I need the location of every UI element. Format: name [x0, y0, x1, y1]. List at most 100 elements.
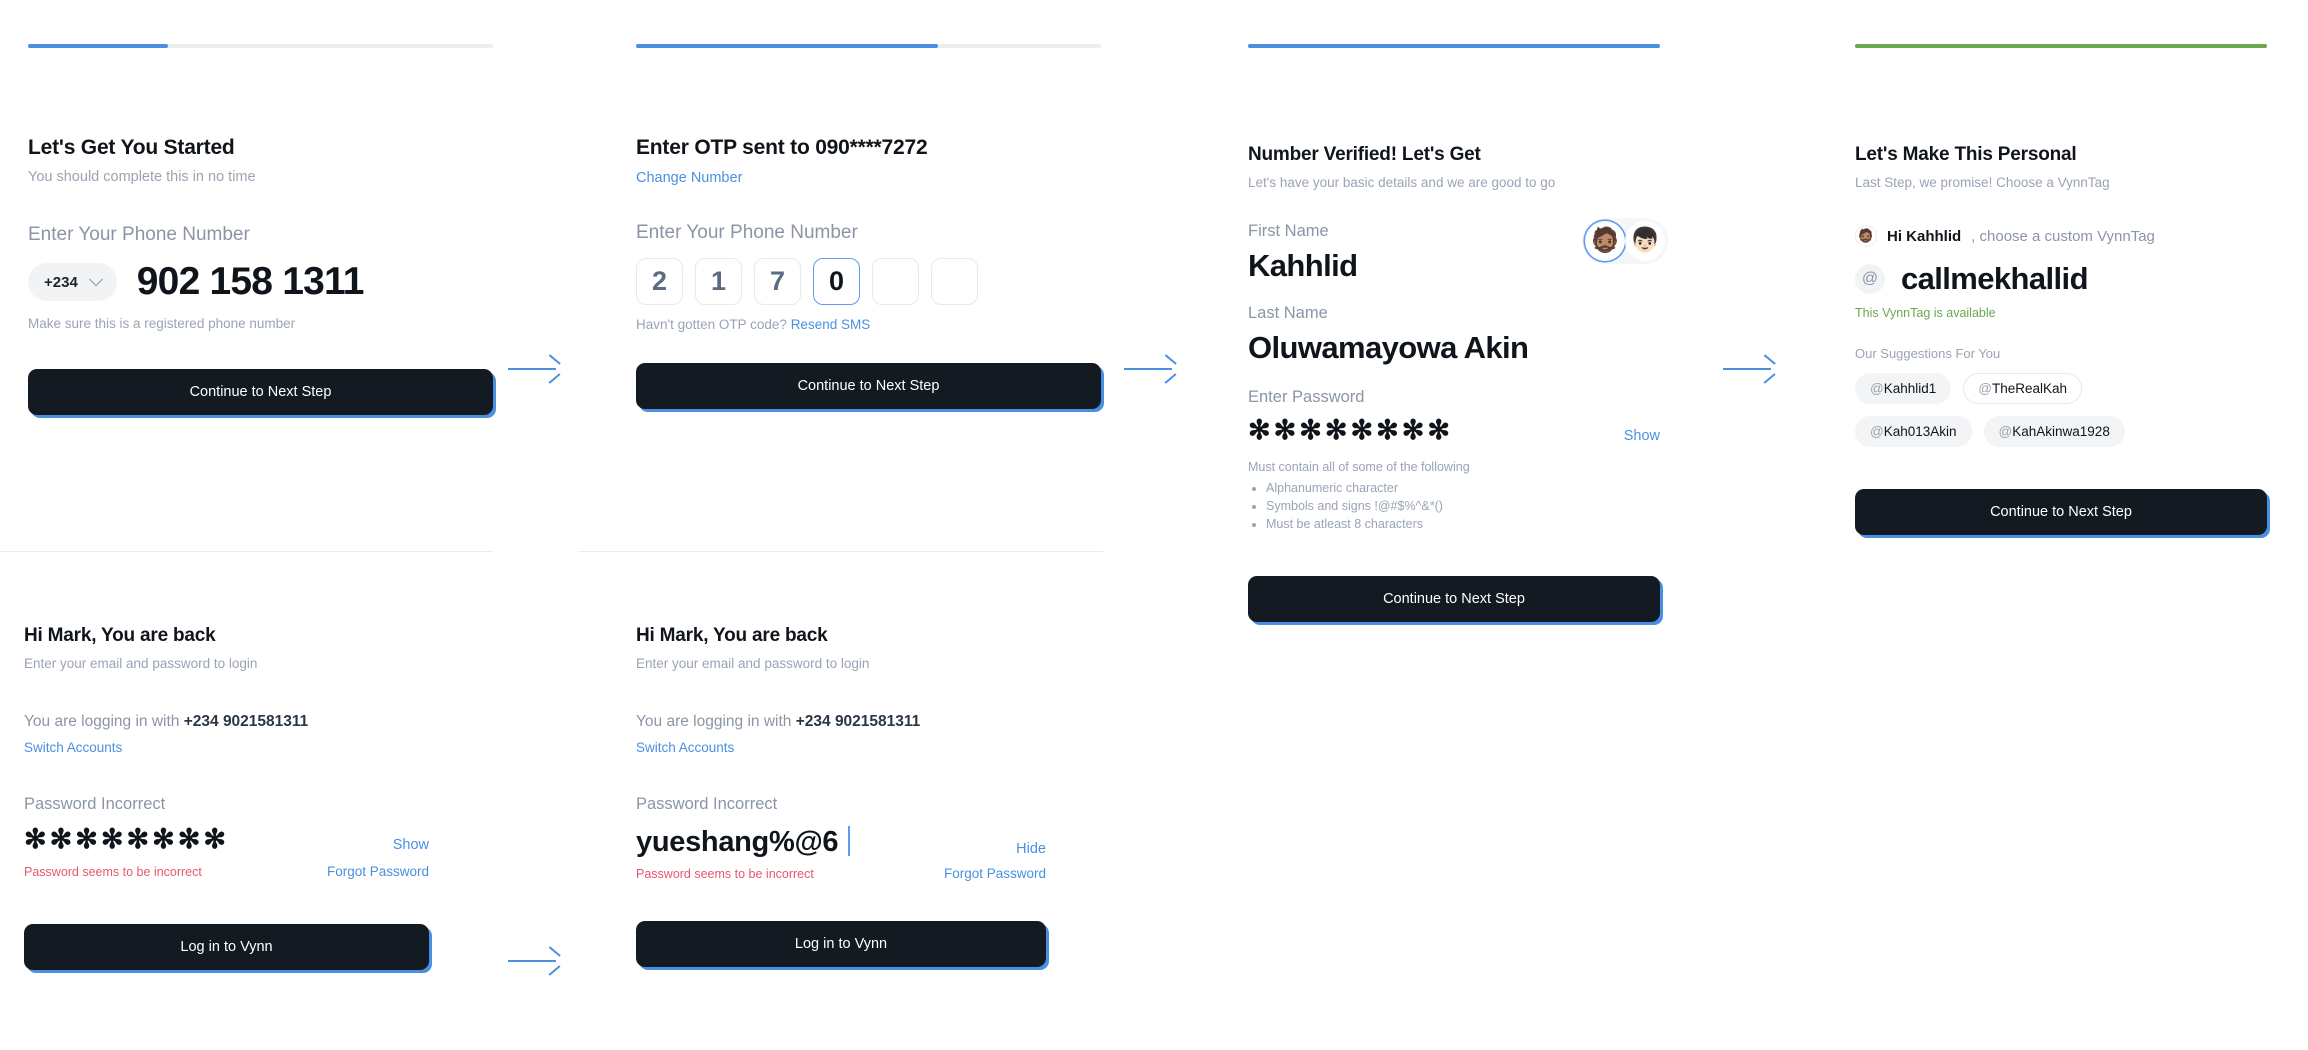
resend-row: Havn't gotten OTP code? Resend SMS [636, 317, 1101, 332]
show-password-toggle[interactable]: Show [393, 837, 429, 853]
text-caret [848, 826, 851, 856]
suggestions-title: Our Suggestions For You [1855, 346, 2001, 361]
last-name-input[interactable]: Oluwamayowa Akin [1248, 330, 1660, 366]
page-title: Number Verified! Let's Get [1248, 144, 1481, 165]
phone-number-input[interactable]: 902 158 1311 [137, 260, 365, 304]
password-footer-row: Password seems to be incorrect Forgot Pa… [636, 866, 1046, 881]
logging-in-with-row: You are logging in with +234 9021581311 [636, 713, 1046, 731]
greeting-name: Hi Kahhlid [1887, 227, 1962, 245]
avatar-option-2[interactable]: 👦🏻 [1625, 221, 1665, 261]
progress-fill-details [1248, 44, 1660, 48]
password-rule: Alphanumeric character [1266, 481, 1660, 495]
user-avatar-icon: 🧔🏽 [1855, 225, 1877, 247]
avatar-selector: 🧔🏽 👦🏻 [1582, 218, 1668, 264]
password-input[interactable]: yueshang%@6 [636, 826, 839, 858]
panel-vynntag: Let's Make This Personal Last Step, we p… [1855, 44, 2267, 535]
section-divider-left [0, 551, 493, 552]
section-divider-right [578, 551, 1103, 552]
otp-digit-3[interactable]: 7 [754, 258, 801, 305]
avatar-option-1[interactable]: 🧔🏽 [1585, 221, 1625, 261]
password-input[interactable]: ✻✻✻✻✻✻✻✻ [24, 826, 229, 853]
logging-number: +234 9021581311 [795, 713, 921, 730]
page-title: Let's Get You Started [28, 136, 235, 159]
page-title: Hi Mark, You are back [636, 625, 828, 646]
page-subtitle: Enter your email and password to login [636, 656, 870, 671]
password-rules-title: Must contain all of some of the followin… [1248, 460, 1470, 474]
phone-input-row: +234 902 158 1311 [28, 260, 493, 304]
forgot-password-link[interactable]: Forgot Password [327, 864, 429, 879]
password-error: Password seems to be incorrect [24, 865, 202, 879]
show-password-toggle[interactable]: Show [1624, 428, 1660, 444]
switch-accounts-link[interactable]: Switch Accounts [24, 740, 429, 755]
greeting-rest: , choose a custom VynnTag [1971, 227, 2155, 245]
password-label: Password Incorrect [636, 795, 778, 813]
flow-arrow-1 [508, 354, 563, 385]
flow-arrow-3 [1723, 354, 1778, 385]
hide-password-toggle[interactable]: Hide [1016, 841, 1046, 857]
panel-otp: Enter OTP sent to 090****7272 Change Num… [636, 44, 1101, 409]
suggestion-chip[interactable]: @TheRealKah [1963, 373, 2083, 404]
login-button[interactable]: Log in to Vynn [636, 921, 1046, 967]
otp-digit-1[interactable]: 2 [636, 258, 683, 305]
password-input[interactable]: ✻✻✻✻✻✻✻✻ [1248, 417, 1453, 444]
vynntag-input[interactable]: callmekhallid [1901, 261, 2089, 297]
at-symbol-icon: @ [1855, 264, 1885, 294]
page-subtitle: Last Step, we promise! Choose a VynnTag [1855, 175, 2110, 190]
change-number-link[interactable]: Change Number [636, 170, 1101, 186]
chevron-down-icon [88, 272, 103, 287]
otp-digit-2[interactable]: 1 [695, 258, 742, 305]
otp-digit-6[interactable] [931, 258, 978, 305]
progress-track-otp [636, 44, 1101, 48]
page-title: Enter OTP sent to 090****7272 [636, 136, 928, 159]
phone-field-label: Enter Your Phone Number [28, 224, 250, 245]
password-rule: Must be atleast 8 characters [1266, 517, 1660, 531]
chip-label: TheRealKah [1991, 381, 2068, 396]
password-label: Enter Password [1248, 388, 1365, 406]
panel-login-visible: Hi Mark, You are back Enter your email a… [636, 625, 1046, 967]
chip-at-symbol: @ [1998, 424, 2013, 439]
suggestion-chip[interactable]: @KahAkinwa1928 [1983, 416, 2125, 447]
suggestion-chip[interactable]: @Kahhlid1 [1855, 373, 1952, 404]
page-subtitle: You should complete this in no time [28, 169, 256, 185]
vynntag-input-row: @ callmekhallid [1855, 261, 2267, 297]
chip-label: KahAkinwa1928 [2012, 424, 2110, 439]
chip-label: Kahhlid1 [1883, 381, 1937, 396]
forgot-password-link[interactable]: Forgot Password [944, 866, 1046, 881]
login-button[interactable]: Log in to Vynn [24, 924, 429, 970]
suggestions-chip-list: @Kahhlid1 @TheRealKah @Kah013Akin @KahAk… [1855, 373, 2185, 447]
logging-prefix: You are logging in with [24, 713, 180, 730]
progress-fill-otp [636, 44, 939, 48]
chip-at-symbol: @ [1870, 424, 1884, 439]
resend-prefix: Havn't gotten OTP code? [636, 317, 787, 332]
continue-button[interactable]: Continue to Next Step [636, 363, 1101, 409]
password-input-row: yueshang%@6 Hide [636, 826, 1046, 857]
password-input-row: ✻✻✻✻✻✻✻✻ Show [24, 826, 429, 854]
greeting-row: 🧔🏽 Hi Kahhlid , choose a custom VynnTag [1855, 225, 2267, 247]
continue-button[interactable]: Continue to Next Step [1855, 489, 2267, 535]
chip-at-symbol: @ [1870, 381, 1884, 396]
page-title: Hi Mark, You are back [24, 625, 216, 646]
continue-button[interactable]: Continue to Next Step [1248, 576, 1660, 622]
otp-input-row: 2 1 7 0 [636, 258, 1101, 305]
switch-accounts-link[interactable]: Switch Accounts [636, 740, 1046, 755]
password-rule: Symbols and signs !@#$%^&*() [1266, 499, 1660, 513]
vynntag-availability: This VynnTag is available [1855, 306, 1996, 320]
progress-track-signup [28, 44, 493, 48]
password-input-wrap[interactable]: yueshang%@6 [636, 826, 851, 858]
resend-sms-link[interactable]: Resend SMS [791, 317, 871, 332]
suggestion-chip[interactable]: @Kah013Akin [1855, 416, 1972, 447]
progress-track-details [1248, 44, 1660, 48]
logging-in-with-row: You are logging in with +234 9021581311 [24, 713, 429, 731]
progress-fill-signup [28, 44, 168, 48]
page-title: Let's Make This Personal [1855, 144, 2077, 165]
page-subtitle: Enter your email and password to login [24, 656, 258, 671]
last-name-label: Last Name [1248, 304, 1328, 322]
otp-digit-4[interactable]: 0 [813, 258, 860, 305]
otp-digit-5[interactable] [872, 258, 919, 305]
password-input-row: ✻✻✻✻✻✻✻✻ Show [1248, 417, 1660, 445]
phone-hint: Make sure this is a registered phone num… [28, 316, 296, 331]
country-code-selector[interactable]: +234 [28, 263, 117, 301]
logging-prefix: You are logging in with [636, 713, 792, 730]
chip-label: Kah013Akin [1883, 424, 1957, 439]
continue-button[interactable]: Continue to Next Step [28, 369, 493, 415]
